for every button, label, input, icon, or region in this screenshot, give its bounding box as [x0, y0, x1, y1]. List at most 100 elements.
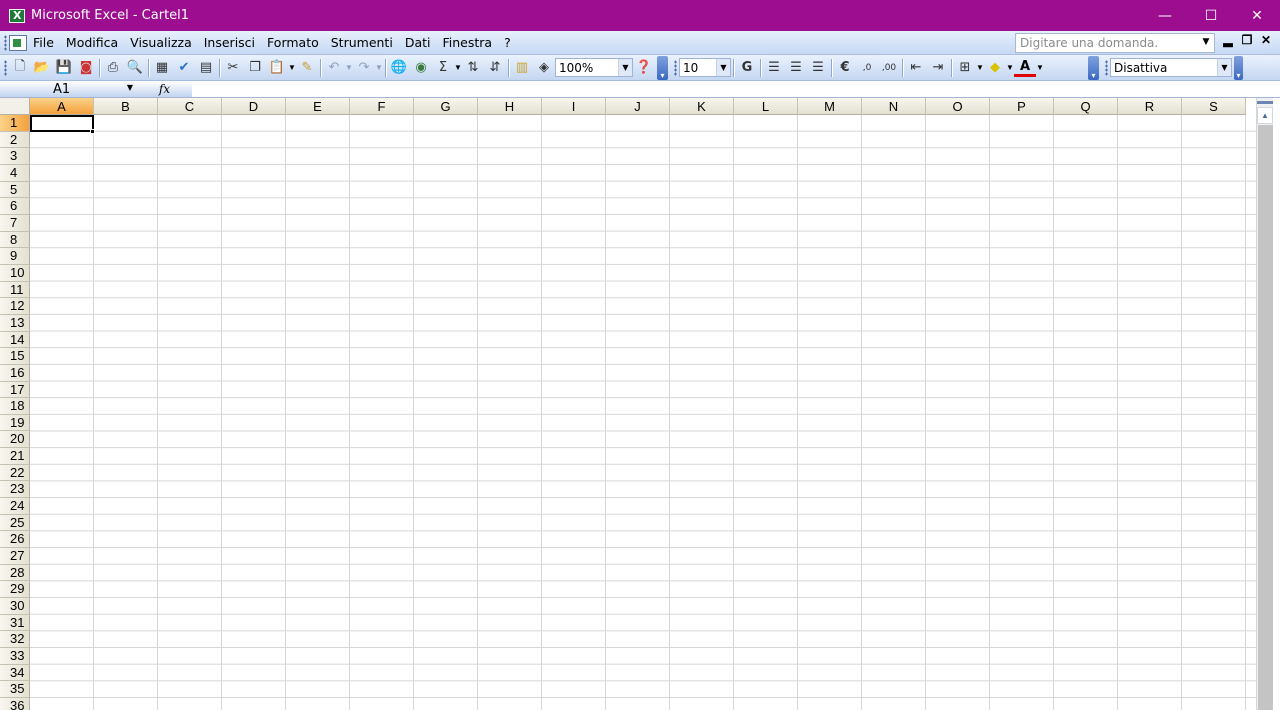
font-color-icon[interactable]: A [1014, 59, 1036, 77]
column-header[interactable]: L [734, 98, 798, 115]
increase-decimal-icon[interactable]: ,0 [856, 57, 878, 79]
chevron-down-icon[interactable]: ▼ [618, 59, 632, 76]
increase-indent-icon[interactable]: ⇥ [927, 57, 949, 79]
column-header[interactable]: C [158, 98, 222, 115]
column-header[interactable]: G [414, 98, 478, 115]
menu-strumenti[interactable]: Strumenti [331, 35, 393, 50]
row-header[interactable]: 28 [0, 564, 30, 582]
row-header[interactable]: 25 [0, 514, 30, 532]
active-cell[interactable] [30, 115, 94, 132]
font-color-dropdown-icon[interactable]: ▼ [1036, 63, 1044, 72]
row-header[interactable]: 6 [0, 198, 30, 215]
column-header[interactable]: Q [1054, 98, 1118, 115]
autosum-icon[interactable]: Σ [432, 57, 454, 79]
row-header[interactable]: 1 [0, 115, 30, 132]
currency-button[interactable]: € [834, 57, 856, 79]
paste-dropdown-icon[interactable]: ▼ [288, 63, 296, 72]
row-header[interactable]: 32 [0, 631, 30, 648]
workbook-restore-button[interactable]: ❐ [1241, 33, 1253, 47]
bold-button[interactable]: G [736, 57, 758, 79]
row-header[interactable]: 26 [0, 531, 30, 549]
toolbar-grip-handle[interactable] [674, 59, 677, 76]
row-header[interactable]: 22 [0, 464, 30, 482]
window-maximize-button[interactable]: ☐ [1188, 0, 1234, 31]
copy-icon[interactable]: ❐ [244, 57, 266, 79]
toolbar-options-icon[interactable]: ▾ [1234, 55, 1243, 80]
row-header[interactable]: 9 [0, 248, 30, 265]
row-header[interactable]: 3 [0, 148, 30, 165]
menu-inserisci[interactable]: Inserisci [204, 35, 255, 50]
scroll-thumb[interactable] [1258, 125, 1273, 710]
column-header[interactable]: F [350, 98, 414, 115]
undo-dropdown-icon[interactable]: ▼ [345, 63, 353, 72]
ask-question-input[interactable]: Digitare una domanda. ▼ [1015, 33, 1215, 53]
row-header[interactable]: 17 [0, 381, 30, 399]
undo-icon[interactable]: ↶ [323, 57, 345, 79]
open-folder-icon[interactable]: 📂 [31, 57, 53, 79]
row-header[interactable]: 34 [0, 664, 30, 682]
toolbar-grip-handle[interactable] [4, 59, 7, 76]
name-box[interactable]: A1 ▼ [0, 81, 137, 97]
row-header[interactable]: 5 [0, 181, 30, 199]
scroll-up-icon[interactable]: ▲ [1257, 107, 1273, 124]
row-header[interactable]: 23 [0, 481, 30, 499]
row-header[interactable]: 20 [0, 431, 30, 449]
row-header[interactable]: 27 [0, 548, 30, 565]
save-icon[interactable]: 💾 [53, 57, 75, 79]
borders-dropdown-icon[interactable]: ▼ [976, 63, 984, 72]
sort-descending-icon[interactable]: ⇵ [484, 57, 506, 79]
column-header[interactable]: J [606, 98, 670, 115]
insert-function-button[interactable]: fx [137, 81, 192, 97]
row-header[interactable]: 35 [0, 681, 30, 698]
style-select[interactable]: Disattiva ▼ [1110, 58, 1232, 77]
split-box[interactable] [1257, 101, 1273, 104]
column-header[interactable]: I [542, 98, 606, 115]
column-header[interactable]: E [286, 98, 350, 115]
row-header[interactable]: 36 [0, 697, 30, 710]
fill-handle[interactable] [90, 129, 95, 134]
toolbar-grip-handle[interactable] [1105, 59, 1108, 76]
vertical-scrollbar[interactable]: ▲ [1256, 98, 1273, 710]
row-header[interactable]: 19 [0, 414, 30, 432]
workbook-icon[interactable] [9, 34, 27, 51]
row-header[interactable]: 2 [0, 131, 30, 149]
fill-color-dropdown-icon[interactable]: ▼ [1006, 63, 1014, 72]
workbook-minimize-button[interactable]: ▂ [1222, 33, 1234, 47]
row-header[interactable]: 8 [0, 231, 30, 249]
row-header[interactable]: 16 [0, 364, 30, 382]
row-header[interactable]: 33 [0, 648, 30, 665]
column-header[interactable]: M [798, 98, 862, 115]
menu-grip-handle[interactable] [4, 34, 7, 51]
select-all-corner[interactable] [0, 98, 30, 115]
insert-hyperlink-icon[interactable]: 🌐 [388, 57, 410, 79]
decrease-indent-icon[interactable]: ⇤ [905, 57, 927, 79]
menu-modifica[interactable]: Modifica [66, 35, 118, 50]
row-header[interactable]: 7 [0, 214, 30, 232]
menu-formato[interactable]: Formato [267, 35, 319, 50]
decrease-decimal-icon[interactable]: ,00 [878, 57, 900, 79]
spreadsheet-grid[interactable]: ABCDEFGHIJKLMNOPQRS 1 2 3 4 5 6 7 8 9 10 11 12 13 14 1… [0, 98, 1256, 710]
column-header[interactable]: N [862, 98, 926, 115]
column-header[interactable]: A [30, 98, 94, 115]
menu-dati[interactable]: Dati [405, 35, 431, 50]
column-header[interactable]: R [1118, 98, 1182, 115]
column-header[interactable]: H [478, 98, 542, 115]
column-header[interactable]: B [94, 98, 158, 115]
row-header[interactable]: 31 [0, 614, 30, 632]
chevron-down-icon[interactable]: ▼ [1200, 37, 1212, 49]
column-header[interactable]: D [222, 98, 286, 115]
font-size-select[interactable]: 10 ▼ [679, 58, 731, 77]
help-icon[interactable]: ❓ [633, 57, 655, 79]
row-header[interactable]: 12 [0, 298, 30, 315]
column-header[interactable]: P [990, 98, 1054, 115]
drawing-icon[interactable]: ◈ [533, 57, 555, 79]
menu-help[interactable]: ? [504, 35, 511, 50]
row-header[interactable]: 11 [0, 281, 30, 299]
window-minimize-button[interactable]: — [1142, 0, 1188, 31]
column-header[interactable]: S [1182, 98, 1246, 115]
spelling-icon[interactable]: ✔ [173, 57, 195, 79]
row-header[interactable]: 30 [0, 598, 30, 615]
menu-finestra[interactable]: Finestra [442, 35, 492, 50]
borders-icon[interactable]: ⊞ [954, 57, 976, 79]
chevron-down-icon[interactable]: ▼ [716, 59, 730, 76]
